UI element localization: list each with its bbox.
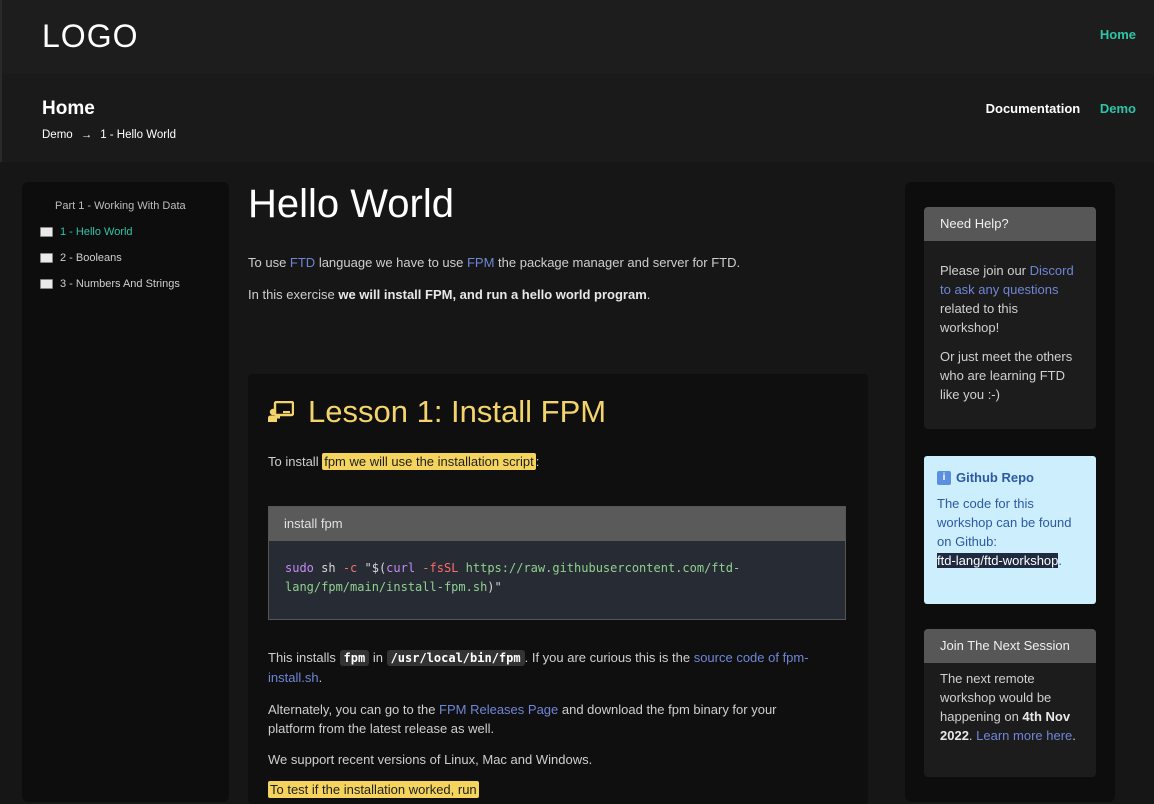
intro-paragraph-2: In this exercise we will install FPM, an… [248,287,650,302]
next-session-body: The next remote workshop would be happen… [924,663,1096,755]
highlight-text: fpm we will use the installation script [322,453,536,470]
need-help-header: Need Help? [924,207,1096,241]
left-sidebar: Part 1 - Working With Data 1 - Hello Wor… [22,182,229,802]
breadcrumb-demo[interactable]: Demo [42,129,73,141]
documentation-link[interactable]: Documentation [986,101,1081,116]
code-block-header: install fpm [269,507,845,541]
install-paragraph: To install fpm we will use the installat… [268,453,540,470]
text: Github Repo [956,470,1034,485]
lesson-title: Lesson 1: Install FPM [268,394,606,430]
logo[interactable]: LOGO [42,18,138,55]
code-token: -c [342,561,358,575]
text: . [1072,728,1076,743]
text: . If you are curious this is the [524,650,694,665]
fpm-link[interactable]: FPM [467,255,494,270]
right-sidebar: Need Help? Please join our Discord to as… [905,182,1115,802]
sidebar-item-hello-world[interactable]: 1 - Hello World [40,226,133,238]
image-placeholder-icon [40,279,53,289]
source-code-link[interactable]: source code of fpm- [694,650,809,665]
highlight-text: To test if the installation worked, run [268,781,479,798]
text: To install [268,454,323,469]
breadcrumb: Demo → 1 - Hello World [42,129,176,141]
text: : [535,454,540,469]
text: In this exercise [248,287,339,302]
test-paragraph: To test if the installation worked, run [268,781,479,798]
text: and download the fpm binary for your [558,702,777,717]
lesson-title-text: Lesson 1: Install FPM [308,394,607,429]
github-repo-card: i Github Repo The code for this workshop… [924,456,1096,604]
repo-link[interactable]: ftd-lang/ftd-workshop [937,553,1059,568]
intro-paragraph-1: To use FTD language we have to use FPM t… [248,255,740,270]
code-token: )" [487,580,502,594]
text: the package manager and server for FTD. [494,255,741,270]
sidebar-item-label: 2 - Booleans [60,252,122,264]
lesson-board-icon [268,401,294,422]
text: platform from the latest release as well… [268,721,495,736]
image-placeholder-icon [40,253,53,263]
text: This installs [268,650,340,665]
source-code-link-cont[interactable]: install.sh [268,670,319,685]
section-links: Documentation Demo [986,101,1136,116]
inline-code: /usr/local/bin/fpm [386,650,525,666]
text: . [318,670,323,685]
support-paragraph: We support recent versions of Linux, Mac… [268,752,593,767]
text: related to this workshop! [940,301,1019,335]
page-title: Home [42,98,95,119]
code-token: curl [386,561,416,575]
image-placeholder-icon [40,227,53,237]
demo-link[interactable]: Demo [1100,101,1136,116]
github-repo-title: i Github Repo [937,468,1034,487]
code-block: install fpm sudo sh -c "$(curl -fsSL htt… [268,506,846,620]
text: language we have to use [315,255,467,270]
installs-paragraph: This installs fpm in /usr/local/bin/fpm.… [268,648,809,688]
breadcrumb-current[interactable]: 1 - Hello World [100,129,176,141]
code-token: lang/fpm/main/install-fpm.sh [285,580,488,594]
sidebar-item-label: 1 - Hello World [60,226,133,238]
need-help-body: Please join our Discord to ask any quest… [924,241,1096,424]
sidebar-item-label: 3 - Numbers And Strings [60,278,180,290]
fpm-releases-link[interactable]: FPM Releases Page [439,702,558,717]
code-token: -fsSL [415,561,459,575]
info-icon: i [937,470,951,485]
code-token: sudo [285,561,314,575]
code-token: sh [313,561,343,575]
text: in [369,650,387,665]
text: Or just meet the others who are learning… [940,349,1073,402]
need-help-card: Need Help? Please join our Discord to as… [924,207,1096,429]
text: Alternately, you can go to the [268,702,440,717]
text: . [1058,553,1063,568]
text: To use [248,255,290,270]
sidebar-item-booleans[interactable]: 2 - Booleans [40,252,122,264]
code-token: https://raw.githubusercontent.com/ftd- [458,561,741,575]
section-bar: Home Demo → 1 - Hello World Documentation … [0,74,1154,162]
code-content[interactable]: sudo sh -c "$(curl -fsSL https://raw.git… [269,541,845,615]
learn-more-link[interactable]: Learn more here [976,728,1072,743]
ftd-link[interactable]: FTD [290,255,315,270]
top-bar: LOGO Home [0,0,1154,74]
code-token: "$( [357,561,387,575]
alternately-paragraph: Alternately, you can go to the FPM Relea… [268,700,777,738]
next-session-card: Join The Next Session The next remote wo… [924,629,1096,777]
lesson-card: Lesson 1: Install FPM To install fpm we … [248,374,868,804]
next-session-header: Join The Next Session [924,629,1096,663]
breadcrumb-arrow-icon: → [80,129,93,141]
inline-code: fpm [339,650,370,666]
text: Please join our [940,263,1030,278]
content-title: Hello World [248,182,454,226]
sidebar-item-numbers-strings[interactable]: 3 - Numbers And Strings [40,278,180,290]
bold-text: we will install FPM, and run a hello wor… [338,287,647,302]
text: The code for this workshop can be found … [937,496,1072,549]
sidebar-part-heading[interactable]: Part 1 - Working With Data [55,200,186,212]
text: . [646,287,651,302]
nav-home-link[interactable]: Home [1100,27,1136,42]
github-repo-body: The code for this workshop can be found … [937,494,1087,570]
